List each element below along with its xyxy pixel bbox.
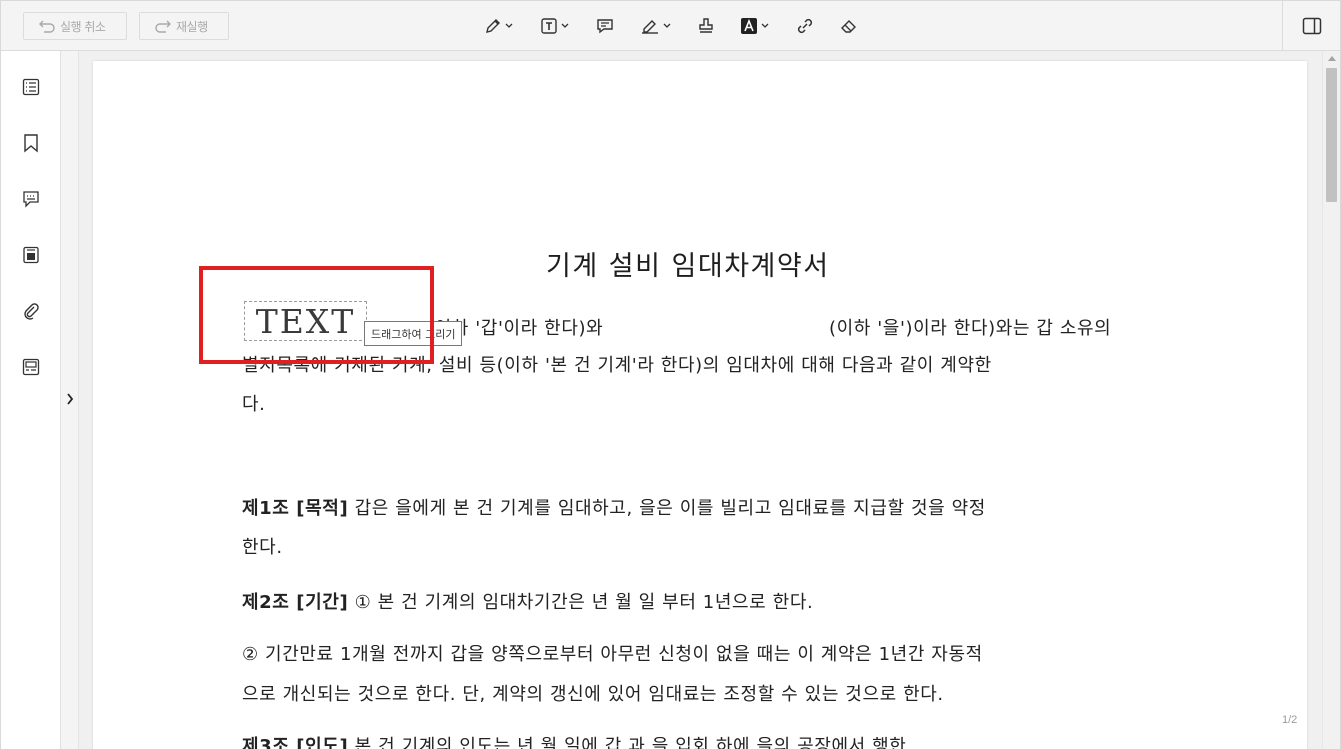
chevron-down-icon (561, 23, 569, 28)
page-number: 1/2 (1282, 714, 1298, 726)
sidebar-expand-strip (61, 51, 79, 749)
article-2-text: ① 본 건 기계의 임대차기간은 년 월 일 부터 1년으로 한다. (348, 592, 814, 613)
bookmark-icon (24, 134, 38, 153)
redo-label: 재실행 (176, 19, 208, 34)
article-2-heading: 제2조 [기간] (242, 592, 349, 613)
attachment-button[interactable] (20, 300, 42, 322)
article-1-text: 갑은 을에게 본 건 기계를 임대하고, 을은 이를 빌리고 임대료를 지급할 … (348, 498, 986, 519)
chevron-down-icon (663, 23, 671, 28)
article-1-continuation: 한다. (242, 537, 283, 558)
undo-button[interactable]: 실행 취소 (23, 12, 127, 40)
pen-tool[interactable] (484, 14, 513, 38)
chevron-right-icon (67, 393, 74, 405)
pdf-editor-window: 실행 취소 재실행 기계 설비 임대차계약서 (이하 '갑'이라 한다)와 (이… (0, 0, 1341, 749)
toolbar: 실행 취소 재실행 (1, 1, 1340, 51)
text-color-tool[interactable] (740, 14, 769, 38)
bookmark-button[interactable] (20, 132, 42, 154)
undo-label: 실행 취소 (60, 19, 106, 34)
vertical-scrollbar[interactable] (1322, 51, 1340, 749)
annotation-list-button[interactable] (20, 188, 42, 210)
left-sidebar (1, 51, 61, 749)
stamp-icon (699, 18, 713, 33)
article-3-text: 본 건 기계의 인도는 년 월 일에 갑 과 을 입회 하에 을의 공장에서 행… (348, 736, 907, 749)
outline-icon (22, 78, 40, 96)
comment-icon (597, 19, 613, 34)
eraser-tool[interactable] (840, 14, 858, 38)
right-panel-toggle-button[interactable] (1282, 1, 1340, 51)
intro-line-3: 다. (242, 394, 266, 415)
annotation-list-icon (23, 191, 39, 208)
outline-button[interactable] (20, 76, 42, 98)
article-1-heading: 제1조 [목적] (242, 498, 349, 519)
stamp-tool[interactable] (697, 14, 715, 38)
form-icon (22, 358, 40, 376)
panel-icon (1302, 17, 1321, 35)
text-box-tool[interactable] (540, 14, 569, 38)
article-2-clause-2-line-2: 으로 개신되는 것으로 한다. 단, 계약의 갱신에 있어 임대료는 조정할 수… (242, 684, 944, 705)
link-icon (797, 18, 813, 34)
article-1-paragraph: 제1조 [목적] 갑은 을에게 본 건 기계를 임대하고, 을은 이를 빌리고 … (242, 494, 986, 520)
redo-button[interactable]: 재실행 (139, 12, 229, 40)
redo-icon (155, 20, 171, 33)
eraser-icon (841, 20, 856, 33)
highlighter-icon (642, 20, 658, 34)
scroll-thumb[interactable] (1326, 68, 1337, 202)
text-box-icon (541, 18, 557, 34)
article-3-paragraph: 제3조 [인도] 본 건 기계의 인도는 년 월 일에 갑 과 을 입회 하에 … (242, 732, 906, 749)
chevron-down-icon (505, 23, 513, 28)
form-button[interactable] (20, 356, 42, 378)
thumbnail-button[interactable] (20, 244, 42, 266)
article-2-clause-2-line-1: ② 기간만료 1개월 전까지 갑을 양쪽으로부터 아무런 신청이 없을 때는 이… (242, 644, 983, 665)
link-tool[interactable] (796, 14, 814, 38)
article-2-paragraph: 제2조 [기간] ① 본 건 기계의 임대차기간은 년 월 일 부터 1년으로 … (242, 588, 813, 614)
chevron-down-icon (761, 23, 769, 28)
attachment-icon (24, 303, 39, 320)
article-3-heading: 제3조 [인도] (242, 736, 349, 749)
intro-line-1-right: (이하 '을')이라 한다)와는 갑 소유의 (829, 318, 1112, 339)
pen-icon (486, 19, 500, 33)
scroll-up-arrow-icon[interactable] (1328, 56, 1336, 61)
thumbnail-icon (23, 246, 39, 264)
highlighter-tool[interactable] (640, 14, 671, 38)
expand-sidebar-button[interactable] (64, 392, 76, 406)
red-highlight-box (199, 266, 434, 364)
document-title: 기계 설비 임대차계약서 (546, 251, 830, 282)
text-color-icon (741, 18, 757, 34)
comment-tool[interactable] (596, 14, 614, 38)
undo-icon (39, 20, 55, 33)
